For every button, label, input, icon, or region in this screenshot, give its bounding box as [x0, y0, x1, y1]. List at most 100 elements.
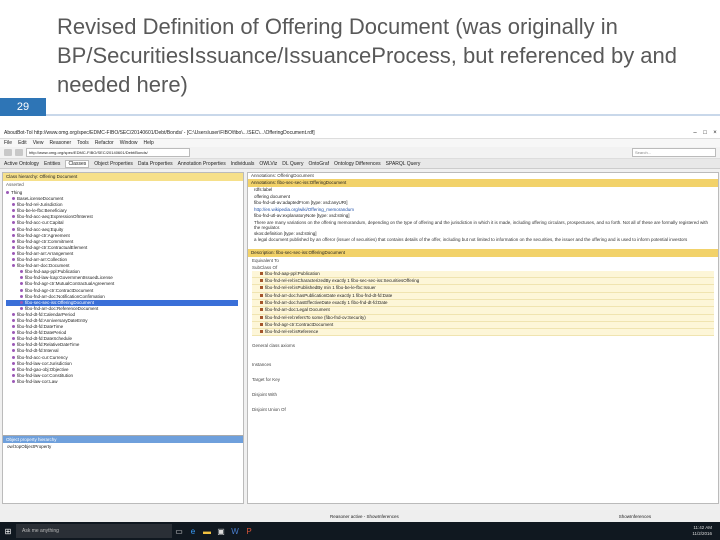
top-object-property-item[interactable]: owl:topObjectProperty	[3, 443, 243, 450]
menu-item[interactable]: Reasoner	[49, 140, 71, 146]
windows-start-icon[interactable]: ⊞	[0, 527, 16, 536]
tab[interactable]: DL Query	[282, 161, 303, 167]
edge-browser-icon[interactable]: e	[186, 527, 200, 536]
subclass-row[interactable]: fibo-fnd-aap-ppl:Publication	[252, 270, 714, 279]
tree-item-label: fibo-fnd-aap-ppl:Publication	[25, 269, 80, 275]
subclass-row[interactable]: fibo-fnd-rel-rel:isCharacterizedBy exact…	[252, 278, 714, 286]
class-icon	[6, 191, 9, 194]
menu-item[interactable]: Edit	[18, 140, 27, 146]
tree-item-label: fibo-fnd-agr-ctr:ContractualElement	[17, 244, 88, 250]
close-icon[interactable]: ×	[710, 130, 720, 136]
maximize-icon[interactable]: □	[700, 130, 710, 136]
tree-item-label: fibo-fnd-rel-Jurisdiction	[17, 202, 63, 208]
general-axioms-label[interactable]: General class axioms	[248, 342, 718, 349]
store-icon[interactable]: ▣	[214, 527, 228, 536]
disjoint-union-label[interactable]: Disjoint Union Of	[248, 406, 718, 413]
menu-item[interactable]: Refactor	[95, 140, 114, 146]
menu-item[interactable]: Window	[120, 140, 138, 146]
class-icon	[12, 251, 15, 255]
subclass-row[interactable]: fibo-fnd-agr-ctr:ContractDocument	[252, 321, 714, 330]
subclass-row-label: fibo-fnd-agr-ctr:ContractDocument	[265, 321, 334, 327]
subclass-row-label: fibo-fnd-arr-doc:hasEffectiveDate exactl…	[265, 299, 388, 305]
subclass-row[interactable]: fibo-fnd-arr-doc:Legal Document	[252, 307, 714, 315]
asserted-dropdown[interactable]: Asserted	[3, 181, 243, 188]
tab[interactable]: Entities	[44, 161, 60, 167]
tab[interactable]: Object Properties	[94, 161, 133, 167]
equivalent-to-label[interactable]: Equivalent To	[248, 257, 718, 264]
tree-item-label: fibo-fnd-acc-cur:Currency	[17, 354, 68, 360]
search-input[interactable]: Search...	[632, 148, 716, 157]
window-titlebar: AboutBot-Tol http://www.omg.org/spec/EDM…	[0, 128, 720, 139]
ontology-address-field[interactable]: http://www.omg.org/spec/EDMC-FIBO/SEC/20…	[26, 148, 190, 157]
menu-bar: File Edit View Reasoner Tools Refactor Window H…	[0, 139, 720, 147]
word-icon[interactable]: W	[228, 527, 242, 536]
subclass-row[interactable]: fibo-fnd-rel-rel:isPublishedBy min 1 fib…	[252, 285, 714, 293]
class-icon	[20, 300, 23, 304]
tab[interactable]: OntoGraf	[308, 161, 329, 167]
class-icon	[12, 325, 15, 329]
class-icon	[20, 288, 23, 292]
class-hierarchy-panel: Class hierarchy: Offering Document Asser…	[2, 172, 244, 504]
tree-item-label: fibo-fnd-acc-aeq:Equity	[17, 226, 64, 232]
explanatory-note: There are many variations on the offerin…	[254, 219, 708, 231]
class-icon	[12, 233, 15, 237]
class-icon	[12, 355, 15, 359]
subclass-of-label[interactable]: SubClass Of	[248, 264, 718, 271]
tree-item-label: fibo-fnd-arr-arr:Collection	[17, 257, 68, 263]
menu-item[interactable]: View	[33, 140, 44, 146]
restriction-icon	[260, 315, 263, 319]
tree-item[interactable]: fibo-fnd-law-cor:Law	[6, 379, 238, 385]
disjoint-with-label[interactable]: Disjoint With	[248, 391, 718, 398]
tree-item-label: fibo-fnd-law-cor:Constitution	[17, 372, 74, 378]
taskbar-search-input[interactable]: Ask me anything	[16, 524, 172, 538]
file-explorer-icon[interactable]: ▬	[200, 527, 214, 536]
menu-item[interactable]: File	[4, 140, 12, 146]
tab[interactable]: Annotation Properties	[178, 161, 226, 167]
tree-item-label: fibo-be-le-fbc:Beneficiary	[17, 208, 67, 214]
menu-item[interactable]: Help	[144, 140, 154, 146]
tree-item-label: fibo-fnd-dt-fd:DateSchedule	[17, 336, 73, 342]
class-icon	[12, 312, 15, 316]
restriction-icon	[260, 271, 263, 275]
protege-window: AboutBot-Tol http://www.omg.org/spec/EDM…	[0, 128, 720, 522]
restriction-icon	[260, 330, 263, 334]
subclass-row[interactable]: fibo-fnd-arr-doc:hasEffectiveDate exactl…	[252, 299, 714, 308]
subclass-row[interactable]: fibo-fnd-rel-rel:refersTo some (fibo-fnd…	[252, 314, 714, 322]
tree-item-label: fibo-fnd-arr-arr:Arrangement	[17, 250, 74, 256]
object-property-panel: Object property hierarchy owl:topObjectP…	[3, 435, 243, 504]
tree-item-label: fibo-fnd-dt-fd:RelativeDateTime	[17, 342, 80, 348]
class-hierarchy-header: Class hierarchy: Offering Document	[3, 173, 243, 181]
task-view-icon[interactable]: ▭	[172, 527, 186, 536]
restriction-icon	[260, 322, 263, 326]
tab[interactable]: OWLViz	[259, 161, 277, 167]
tree-item-label: fibo-fnd-arr-doc:ReferenceDocument	[25, 305, 99, 311]
class-icon	[12, 245, 15, 249]
taskbar-clock[interactable]: 11:42 AM 11/2/2016	[692, 525, 712, 537]
minimize-icon[interactable]: –	[690, 130, 700, 136]
tab[interactable]: Individuals	[231, 161, 255, 167]
subclass-row-label: fibo-fnd-rel-rel:isReference	[265, 329, 319, 335]
menu-item[interactable]: Tools	[77, 140, 89, 146]
tab[interactable]: Ontology Differences	[334, 161, 381, 167]
forward-icon[interactable]	[15, 149, 23, 156]
class-icon	[20, 294, 23, 298]
tree-item-label: fibo-fnd-dt-fd:DatePeriod	[17, 330, 67, 336]
subclass-row[interactable]: fibo-fnd-rel-rel:isReference	[252, 329, 714, 337]
powerpoint-icon[interactable]: P	[242, 527, 256, 536]
tab[interactable]: Classes	[65, 159, 90, 168]
tab[interactable]: Data Properties	[138, 161, 173, 167]
back-icon[interactable]	[4, 149, 12, 156]
tab[interactable]: Active Ontology	[4, 161, 39, 167]
tree-item-label: fibo-fnd-gao-obj:Objective	[17, 366, 69, 372]
tree-item-label: fibo-fnd-dt-fd:CalendarPeriod	[17, 311, 76, 317]
tree-item-label: fibo-fnd-acc-aeq:ExpressionOfInterest	[17, 214, 93, 220]
instances-label[interactable]: Instances	[248, 361, 718, 368]
tab[interactable]: SPARQL Query	[386, 161, 421, 167]
status-right[interactable]: ShowInferences	[619, 514, 651, 519]
target-for-key-label[interactable]: Target for Key	[248, 376, 718, 383]
subclass-row[interactable]: fibo-fnd-arr-doc:hasPublicationDate exac…	[252, 292, 714, 300]
restriction-icon	[260, 279, 263, 283]
tree-item-label: fibo-fnd-agr-ctr:MutualContractualAgreem…	[25, 281, 115, 287]
class-icon	[12, 318, 15, 322]
class-icon	[12, 239, 15, 243]
